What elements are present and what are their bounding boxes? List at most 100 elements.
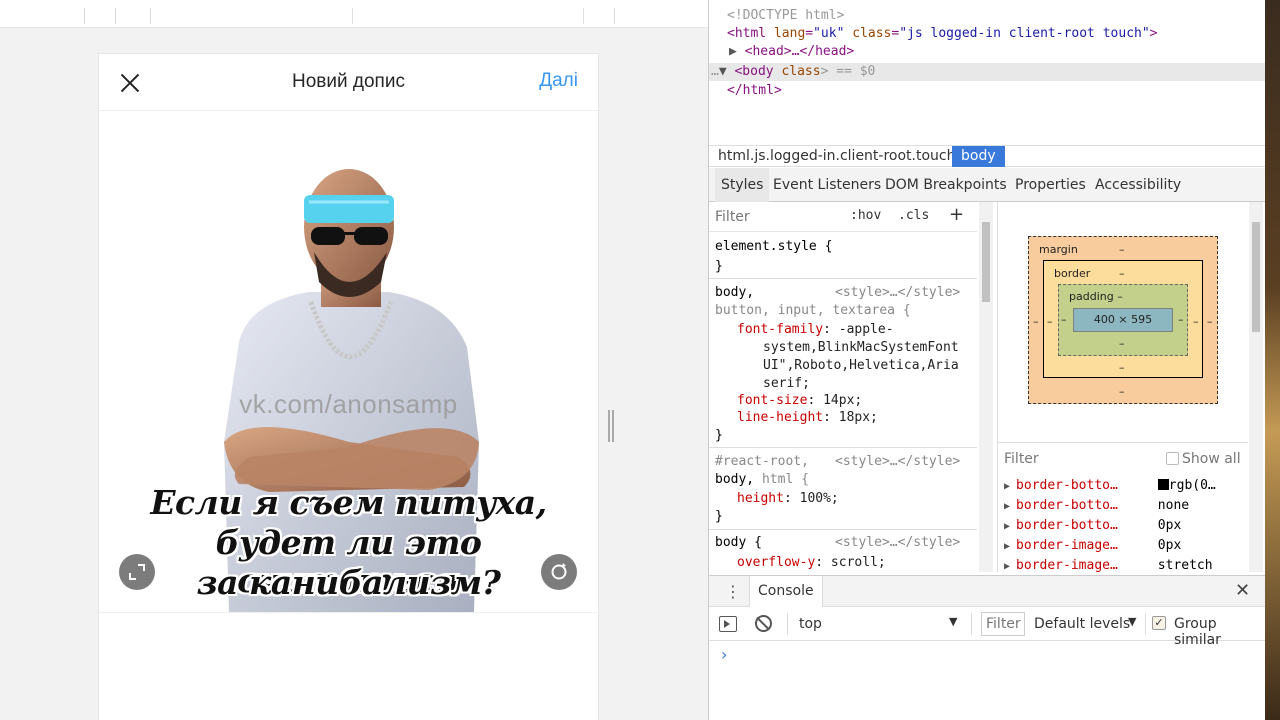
toolbar-separator bbox=[150, 8, 151, 24]
rule-selector: body, bbox=[715, 472, 755, 487]
tree-node-html-close[interactable]: </html> bbox=[709, 82, 1266, 100]
close-drawer-icon[interactable]: ✕ bbox=[1235, 580, 1250, 601]
prop-value[interactable]: : -apple- bbox=[823, 322, 893, 337]
computed-row[interactable]: ▶ border-botto… 0px bbox=[1004, 518, 1181, 533]
prop-name: border-botto… bbox=[1016, 478, 1118, 493]
box-model-content[interactable]: 400 × 595 bbox=[1073, 308, 1173, 332]
toolbar-separator bbox=[352, 8, 353, 24]
rule-source-link[interactable]: <style>…</style> bbox=[835, 284, 960, 302]
prop-value: stretch bbox=[1157, 558, 1213, 573]
prop-value-cont: system,BlinkMacSystemFont bbox=[763, 340, 959, 355]
prop-value: 0px bbox=[1157, 538, 1182, 553]
prop-name[interactable]: font-family bbox=[737, 322, 823, 337]
context-select[interactable]: top bbox=[799, 616, 822, 632]
rotate-button[interactable] bbox=[541, 554, 577, 590]
breadcrumb: html.js.logged-in.client-root.touch body bbox=[709, 145, 1266, 167]
scrollbar-thumb[interactable] bbox=[1252, 222, 1260, 332]
selected-marker: > == $0 bbox=[820, 64, 876, 79]
resize-handle[interactable] bbox=[608, 410, 614, 442]
computed-filter-bar: Filter Show all bbox=[998, 442, 1248, 472]
rule-close: } bbox=[715, 428, 723, 443]
clear-console-icon[interactable] bbox=[755, 615, 772, 632]
rule-source-link[interactable]: <style>…</style> bbox=[835, 534, 960, 552]
console-filter-input[interactable]: Filter bbox=[981, 612, 1025, 636]
page-title: Новий допис bbox=[292, 71, 405, 92]
divider bbox=[709, 278, 977, 279]
tree-node-body-selected[interactable]: …▼ <body class> == $0 bbox=[709, 63, 1266, 81]
tree-node-head[interactable]: ▶ <head>…</head> bbox=[709, 43, 1266, 61]
box-value: – bbox=[1178, 313, 1184, 326]
log-levels-select[interactable]: Default levels bbox=[1034, 616, 1130, 632]
box-value: – bbox=[1193, 315, 1199, 328]
tab-styles[interactable]: Styles bbox=[715, 168, 770, 202]
box-value: – bbox=[1119, 337, 1125, 350]
rule-close: } bbox=[715, 509, 723, 524]
prop-value[interactable]: : 100%; bbox=[784, 491, 839, 506]
breadcrumb-item-body[interactable]: body bbox=[952, 146, 1005, 167]
post-image: vk.com/anonsamp Если я съем питуха, буде… bbox=[99, 112, 598, 612]
browser-toolbar-strip bbox=[0, 0, 708, 28]
computed-row[interactable]: ▶ border-image… 0px bbox=[1004, 538, 1181, 553]
prop-name[interactable]: font-size bbox=[737, 393, 807, 408]
chevron-down-icon[interactable]: ▼ bbox=[1128, 615, 1136, 628]
new-post-panel: Новий допис Далі vk.com/anonsamp Если я … bbox=[98, 53, 599, 720]
tab-event-listeners[interactable]: Event Listeners bbox=[767, 168, 887, 202]
more-icon[interactable]: ⋮ bbox=[725, 582, 741, 601]
console-prompt[interactable]: › bbox=[721, 645, 727, 664]
computed-row[interactable]: ▶ border-botto… rgb(0… bbox=[1004, 478, 1216, 493]
rule-close: } bbox=[715, 259, 723, 274]
tree-node-doctype[interactable]: <!DOCTYPE html> bbox=[709, 7, 1266, 25]
prop-value: rgb(0… bbox=[1168, 478, 1216, 493]
watermark-text: vk.com/anonsamp bbox=[239, 389, 458, 419]
color-swatch[interactable] bbox=[1157, 479, 1169, 490]
dots-text: … bbox=[711, 64, 719, 79]
prop-value-cont: serif; bbox=[763, 376, 810, 391]
box-label: padding – bbox=[1069, 290, 1123, 303]
prop-name[interactable]: height bbox=[737, 491, 784, 506]
group-similar-checkbox[interactable]: ✓ bbox=[1152, 616, 1166, 630]
scrollbar-thumb[interactable] bbox=[982, 222, 990, 302]
box-model-border: border – – – – padding – – – – 400 × 595 bbox=[1043, 260, 1203, 378]
tab-properties[interactable]: Properties bbox=[1009, 168, 1092, 202]
style-property: height: 100%; bbox=[737, 490, 839, 508]
styles-scrollbar[interactable] bbox=[979, 202, 993, 572]
divider bbox=[709, 447, 977, 448]
box-label: margin bbox=[1039, 243, 1078, 256]
attr-value: "uk" bbox=[813, 26, 845, 41]
attr-name: class bbox=[781, 64, 821, 79]
box-value: – bbox=[1047, 315, 1053, 328]
box-model-padding: padding – – – – 400 × 595 bbox=[1058, 284, 1188, 356]
computed-row[interactable]: ▶ border-image… stretch bbox=[1004, 558, 1213, 573]
box-value: – bbox=[1119, 361, 1125, 374]
new-post-header: Новий допис Далі bbox=[99, 54, 598, 111]
rule-source-link[interactable]: <style>…</style> bbox=[835, 453, 960, 471]
prop-name[interactable]: overflow-y bbox=[737, 555, 815, 570]
tab-dom-breakpoints[interactable]: DOM Breakpoints bbox=[879, 168, 1013, 202]
chevron-down-icon[interactable]: ▼ bbox=[949, 615, 957, 628]
show-all-checkbox[interactable] bbox=[1166, 452, 1179, 465]
next-button[interactable]: Далі bbox=[539, 70, 578, 92]
box-value: – bbox=[1119, 267, 1125, 280]
computed-filter-input[interactable]: Filter bbox=[1004, 451, 1039, 467]
computed-row[interactable]: ▶ border-botto… none bbox=[1004, 498, 1189, 513]
page-viewport: Новий допис Далі vk.com/anonsamp Если я … bbox=[0, 0, 708, 720]
breadcrumb-item-html[interactable]: html.js.logged-in.client-root.touch bbox=[709, 146, 965, 167]
divider bbox=[1145, 613, 1146, 635]
tab-accessibility[interactable]: Accessibility bbox=[1089, 168, 1187, 202]
prop-name[interactable]: line-height bbox=[737, 410, 823, 425]
prop-value[interactable]: : 18px; bbox=[823, 410, 878, 425]
divider bbox=[787, 613, 788, 635]
tree-node-html[interactable]: <html lang="uk" class="js logged-in clie… bbox=[709, 25, 1266, 43]
prop-value[interactable]: : scroll; bbox=[815, 555, 885, 570]
doctype-text: <!DOCTYPE html> bbox=[727, 8, 845, 23]
tab-console[interactable]: Console bbox=[749, 576, 823, 607]
toolbar-separator bbox=[84, 8, 85, 24]
expand-button[interactable] bbox=[119, 554, 155, 590]
box-value: – bbox=[1061, 313, 1067, 326]
rotate-icon bbox=[551, 563, 567, 580]
style-property: font-family: -apple- bbox=[737, 321, 894, 339]
sidebar-toggle-icon[interactable] bbox=[719, 616, 737, 632]
computed-scrollbar[interactable] bbox=[1249, 202, 1263, 572]
show-all-label: Show all bbox=[1182, 451, 1241, 467]
prop-value[interactable]: : 14px; bbox=[807, 393, 862, 408]
